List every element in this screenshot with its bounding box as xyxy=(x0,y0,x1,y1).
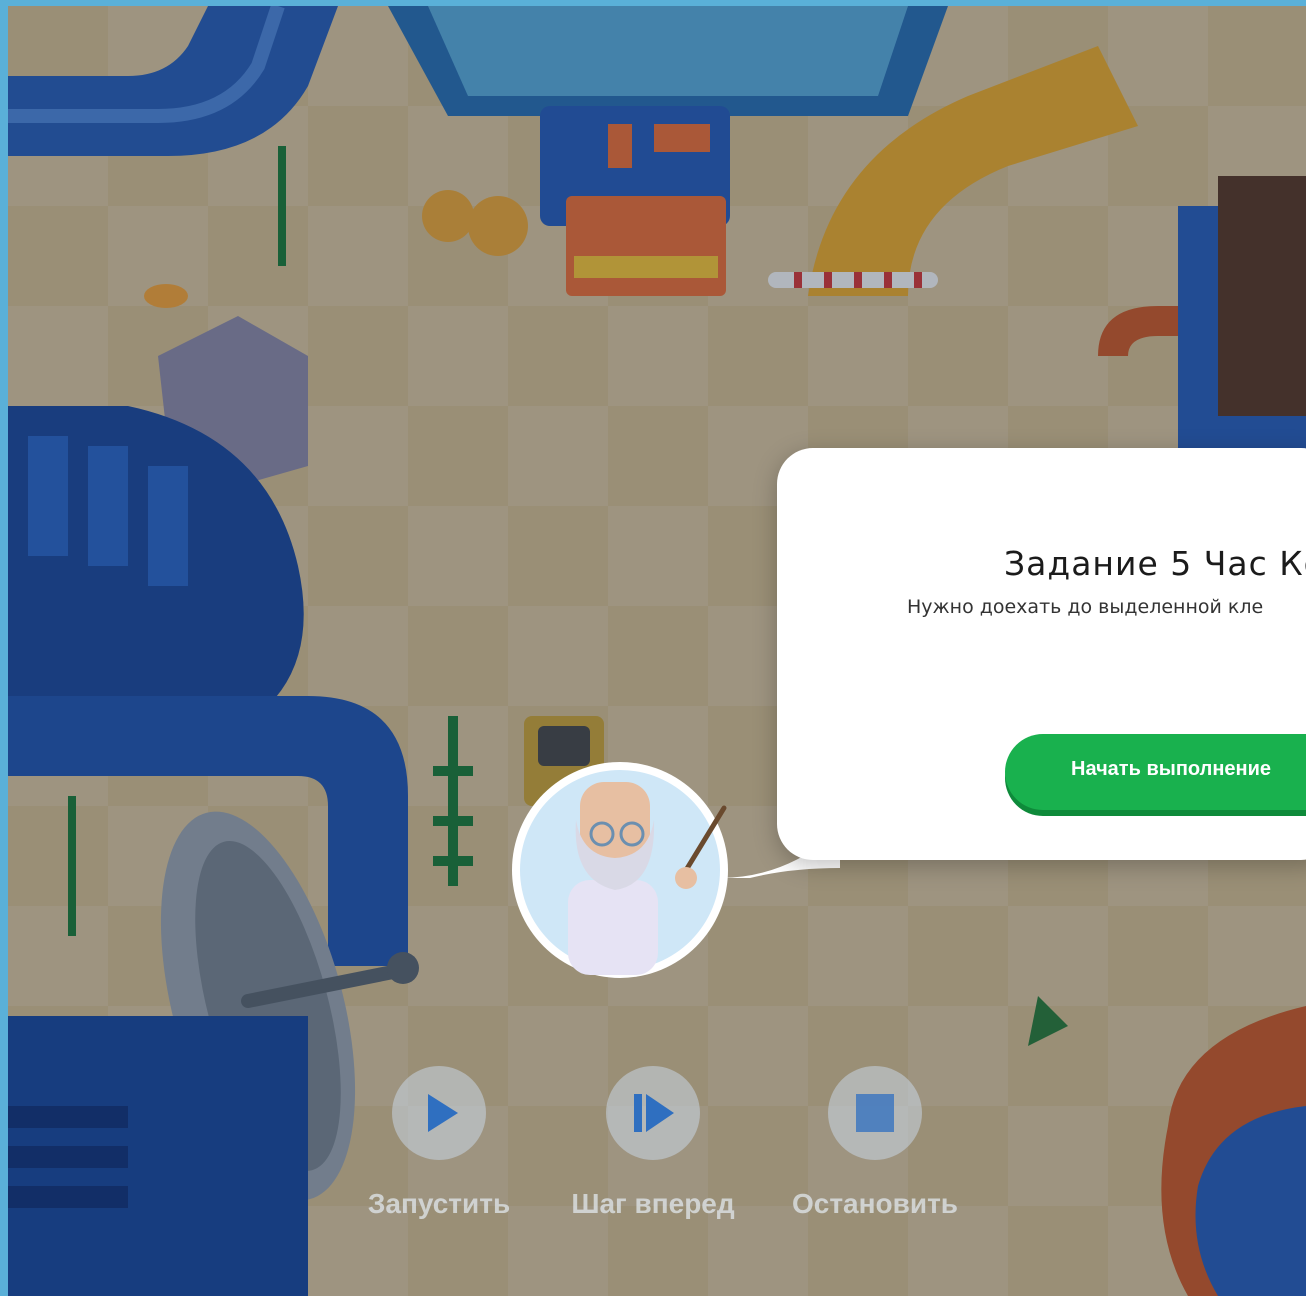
machine-window-2 xyxy=(654,124,710,152)
step-control[interactable]: Шаг вперед xyxy=(558,1066,748,1220)
step-button[interactable] xyxy=(606,1066,700,1160)
coral xyxy=(422,190,528,256)
step-forward-icon xyxy=(634,1094,674,1132)
lab-coat xyxy=(568,880,658,975)
red-pipe xyxy=(1098,306,1178,356)
barrier xyxy=(768,272,938,288)
start-task-label: Начать выполнение xyxy=(1071,758,1272,780)
stop-icon xyxy=(856,1094,894,1132)
machine-window xyxy=(608,124,632,168)
dialog-description: Нужно доехать до выделенной кле xyxy=(907,596,1264,618)
step-label: Шаг вперед xyxy=(571,1188,735,1219)
run-button[interactable] xyxy=(392,1066,486,1160)
professor-avatar xyxy=(512,762,728,978)
dialog-title: Задание 5 Час Ко xyxy=(1004,544,1306,583)
stop-control[interactable]: Остановить xyxy=(780,1066,970,1220)
fish xyxy=(144,284,188,308)
starfish-plant xyxy=(1028,996,1068,1046)
play-icon xyxy=(428,1094,458,1132)
dome-glass xyxy=(428,6,908,96)
run-label: Запустить xyxy=(367,1188,511,1219)
stop-label: Остановить xyxy=(791,1188,958,1219)
task-dialog: Задание 5 Час Ко Нужно доехать до выделе… xyxy=(777,448,1306,860)
run-control[interactable]: Запустить xyxy=(344,1066,534,1220)
start-task-button[interactable]: Начать выполнение xyxy=(1005,734,1306,810)
pipe-top-left xyxy=(8,6,338,156)
stop-button[interactable] xyxy=(828,1066,922,1160)
machine-right-panel xyxy=(1218,176,1306,416)
hazard-stripe xyxy=(574,256,718,278)
machine-door xyxy=(566,196,726,296)
